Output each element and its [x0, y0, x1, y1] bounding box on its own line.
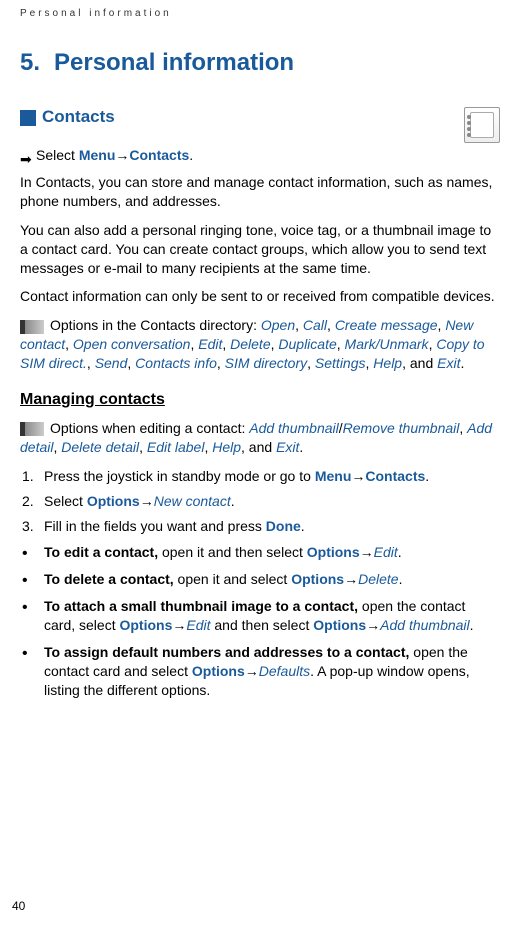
opt-and: , and [402, 355, 437, 371]
bullet-delete-bold: To delete a contact, [44, 571, 174, 587]
step-1-target: Contacts [365, 468, 425, 484]
section-heading: Contacts [20, 107, 115, 127]
chapter-number: 5. [20, 49, 40, 77]
bullet-delete-end: . [399, 571, 403, 587]
step-2-options: Options [87, 493, 140, 509]
chapter-heading: 5. Personal information [20, 49, 500, 77]
bullet-thumb-opt2: Options [313, 617, 366, 633]
opt-edit-item: Help [212, 439, 241, 455]
step-1-menu: Menu [315, 468, 352, 484]
step-1-end: . [425, 468, 429, 484]
options-edit-note: Options when editing a contact: Add thum… [20, 419, 500, 457]
step-1: Press the joystick in standby mode or go… [20, 467, 500, 486]
bullet-delete-text: open it and select [174, 571, 292, 587]
opt-item: Duplicate [278, 336, 336, 352]
paragraph-compat: Contact information can only be sent to … [20, 287, 500, 306]
bullet-edit-bold: To edit a contact, [44, 544, 158, 560]
note-icon [20, 422, 44, 436]
bullet-def-bold: To assign default numbers and addresses … [44, 644, 409, 660]
step-1-text: Press the joystick in standby mode or go… [44, 468, 315, 484]
step-3-end: . [301, 518, 305, 534]
nav-target: Contacts [129, 147, 189, 163]
paragraph-intro: In Contacts, you can store and manage co… [20, 173, 500, 211]
bullet-def-arrow: → [245, 663, 259, 679]
opt-edit-and: , and [241, 439, 276, 455]
bullet-edit: To edit a contact, open it and then sele… [20, 543, 500, 562]
opt-edit-end: . [299, 439, 303, 455]
bullet-thumb-t1: Edit [186, 617, 210, 633]
chapter-title: Personal information [54, 49, 294, 77]
opt-end: . [460, 355, 464, 371]
arrow-right-icon [20, 151, 36, 161]
opt-edit-item: Delete detail [61, 439, 139, 455]
opt-item: Delete [230, 336, 270, 352]
bullet-delete-opt: Options [291, 571, 344, 587]
section-marker-icon [20, 110, 36, 126]
step-2-text: Select [44, 493, 87, 509]
bullet-defaults: To assign default numbers and addresses … [20, 643, 500, 700]
step-3-text: Fill in the fields you want and press [44, 518, 266, 534]
opt-pair-b: Remove thumbnail [343, 420, 460, 436]
opt-item: SIM directory [225, 355, 307, 371]
bullet-delete-target: Delete [358, 571, 398, 587]
opt-item: Edit [198, 336, 222, 352]
step-2-end: . [231, 493, 235, 509]
step-3-done: Done [266, 518, 301, 534]
opt-item: Help [373, 355, 402, 371]
opt-edit-item: Edit label [147, 439, 205, 455]
bullet-delete: To delete a contact, open it and select … [20, 570, 500, 589]
bullet-def-target: Defaults [259, 663, 310, 679]
opt-item: Mark/Unmark [345, 336, 429, 352]
opt-item: Create message [335, 317, 438, 333]
step-1-arrow: → [351, 468, 365, 484]
bullet-thumb-end: . [470, 617, 474, 633]
subsection-heading: Managing contacts [20, 391, 500, 409]
bullet-edit-arrow: → [360, 544, 374, 560]
bullet-thumb-bold: To attach a small thumbnail image to a c… [44, 598, 358, 614]
nav-arrow: → [115, 147, 129, 163]
nav-prefix: Select [36, 147, 79, 163]
bullet-delete-arrow: → [344, 571, 358, 587]
bullet-thumb-mid: and then select [211, 617, 314, 633]
opt-item: Contacts info [135, 355, 217, 371]
bullet-edit-end: . [398, 544, 402, 560]
step-2: Select Options→New contact. [20, 492, 500, 511]
opt-item: Call [303, 317, 327, 333]
steps-list: Press the joystick in standby mode or go… [20, 467, 500, 536]
bullet-thumb-arrow1: → [172, 617, 186, 633]
step-2-target: New contact [154, 493, 231, 509]
section-title: Contacts [42, 107, 115, 126]
page-number: 40 [12, 899, 25, 913]
bullet-edit-text: open it and then select [158, 544, 307, 560]
bullet-thumbnail: To attach a small thumbnail image to a c… [20, 597, 500, 635]
bullets-list: To edit a contact, open it and then sele… [20, 543, 500, 699]
bullet-edit-opt: Options [307, 544, 360, 560]
bullet-thumb-opt1: Options [119, 617, 172, 633]
step-3: Fill in the fields you want and press Do… [20, 517, 500, 536]
nav-menu: Menu [79, 147, 116, 163]
nav-instruction: Select Menu→Contacts. [20, 147, 500, 163]
options-edit-prefix: Options when editing a contact: [50, 420, 249, 436]
opt-edit-last: Exit [276, 439, 299, 455]
step-2-arrow: → [140, 493, 154, 509]
bullet-thumb-t2: Add thumbnail [380, 617, 470, 633]
options-dir-prefix: Options in the Contacts directory: [50, 317, 261, 333]
opt-item: Send [95, 355, 128, 371]
nav-suffix: . [189, 147, 193, 163]
contacts-icon [464, 107, 500, 143]
opt-item: Settings [315, 355, 366, 371]
bullet-def-opt: Options [192, 663, 245, 679]
options-directory-note: Options in the Contacts directory: Open,… [20, 316, 500, 373]
running-header: Personal information [20, 8, 500, 19]
opt-last: Exit [437, 355, 460, 371]
note-icon [20, 320, 44, 334]
bullet-edit-target: Edit [374, 544, 398, 560]
opt-item: Open [261, 317, 295, 333]
opt-item: Open conversation [73, 336, 191, 352]
paragraph-ringtone: You can also add a personal ringing tone… [20, 221, 500, 278]
bullet-thumb-arrow2: → [366, 617, 380, 633]
opt-pair-a: Add thumbnail [249, 420, 339, 436]
